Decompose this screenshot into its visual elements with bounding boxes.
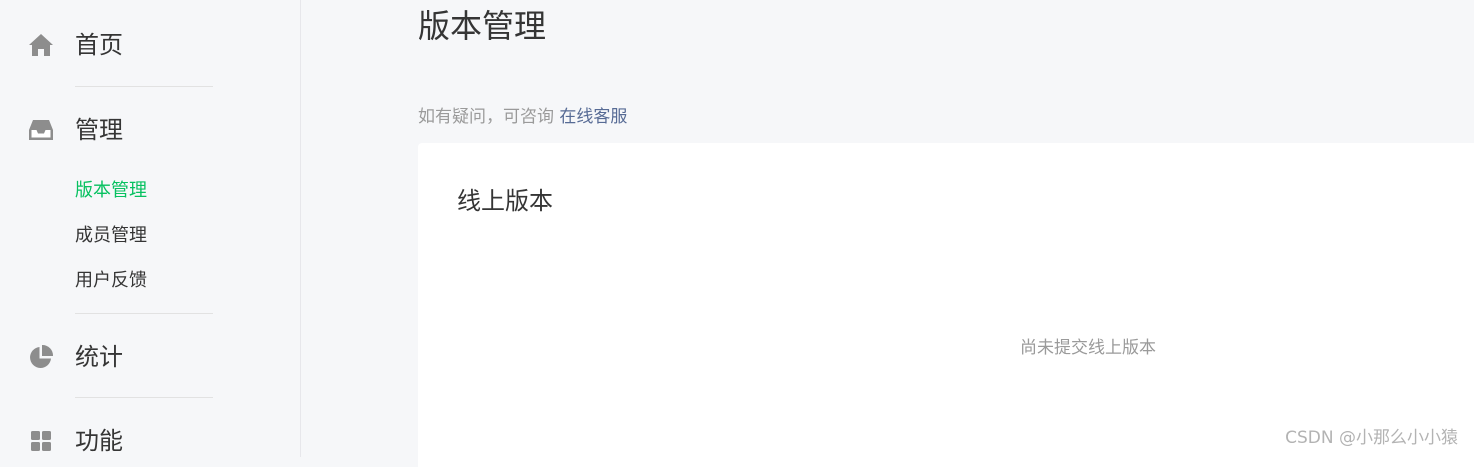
empty-state-text: 尚未提交线上版本 xyxy=(1020,338,1156,358)
inbox-icon xyxy=(28,117,54,143)
card-title: 线上版本 xyxy=(457,187,553,215)
pie-chart-icon xyxy=(28,344,54,370)
grid-icon xyxy=(28,428,54,454)
divider xyxy=(75,397,213,398)
sidebar-item-manage[interactable]: 管理 xyxy=(0,112,300,152)
sidebar-subitem-version-management[interactable]: 版本管理 xyxy=(75,179,147,203)
sidebar-item-statistics[interactable]: 统计 xyxy=(0,339,300,379)
page-title: 版本管理 xyxy=(418,7,547,45)
sidebar-item-label: 统计 xyxy=(75,343,123,371)
sidebar-subitem-user-feedback[interactable]: 用户反馈 xyxy=(75,269,147,293)
sidebar-item-home[interactable]: 首页 xyxy=(0,27,300,67)
watermark: CSDN @小那么小小猿 xyxy=(1285,428,1458,448)
sidebar-item-features[interactable]: 功能 xyxy=(0,423,300,463)
help-text: 如有疑问，可咨询 在线客服 xyxy=(418,105,627,129)
online-version-card: 线上版本 尚未提交线上版本 xyxy=(418,143,1474,467)
home-icon xyxy=(28,32,54,58)
sidebar: 首页 管理 版本管理 成员管理 用户反馈 统计 功能 xyxy=(0,0,301,457)
divider xyxy=(75,86,213,87)
main-content: 版本管理 如有疑问，可咨询 在线客服 线上版本 尚未提交线上版本 xyxy=(301,0,1474,467)
sidebar-subitem-member-management[interactable]: 成员管理 xyxy=(75,224,147,248)
online-support-link[interactable]: 在线客服 xyxy=(559,107,627,127)
help-prefix: 如有疑问，可咨询 xyxy=(418,107,554,127)
divider xyxy=(75,313,213,314)
sidebar-item-label: 管理 xyxy=(75,116,123,144)
sidebar-item-label: 功能 xyxy=(75,427,123,455)
sidebar-item-label: 首页 xyxy=(75,31,123,59)
